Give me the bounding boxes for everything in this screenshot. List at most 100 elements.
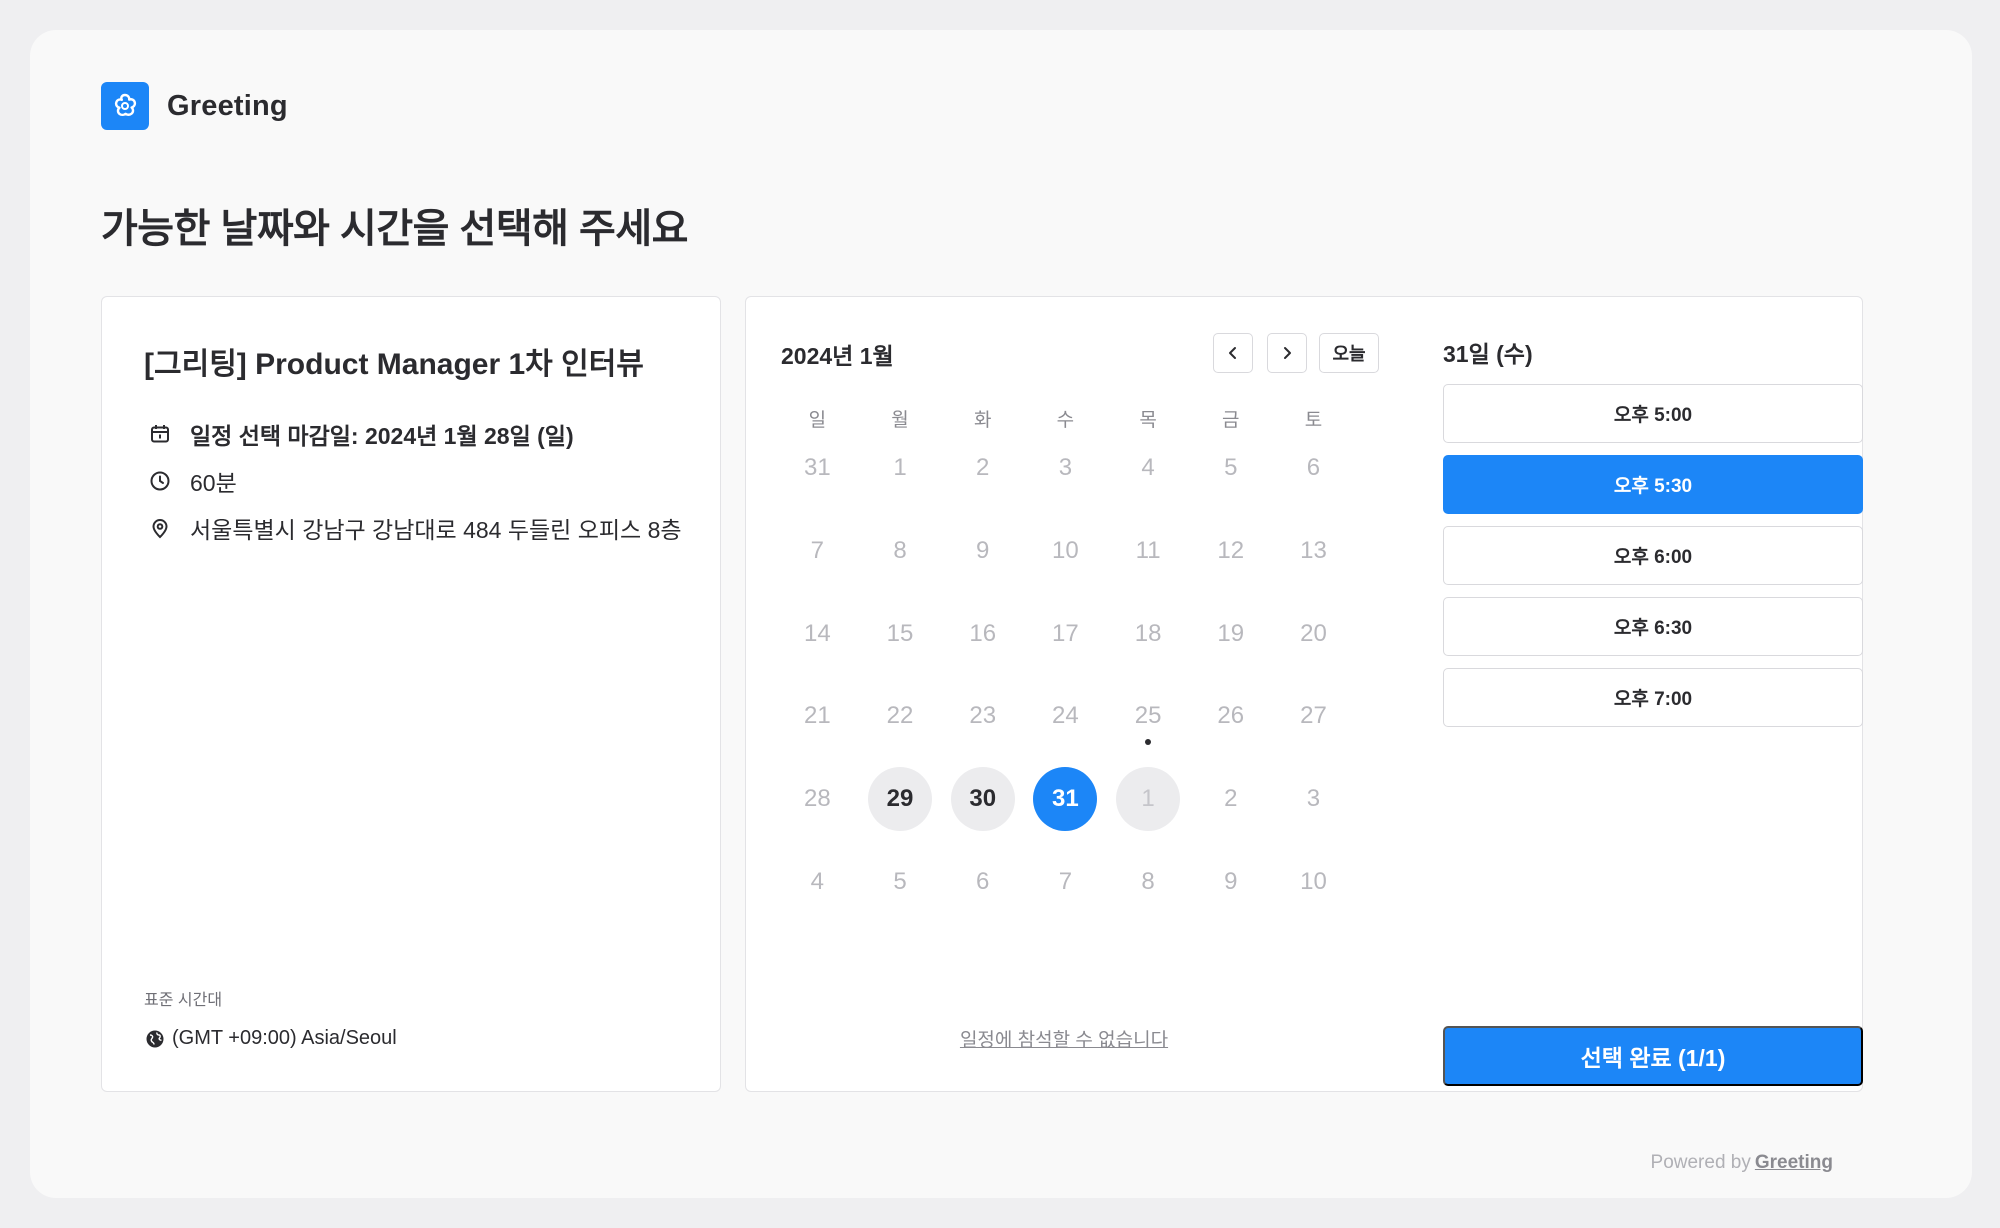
calendar-day: 28: [776, 758, 859, 841]
calendar-day: 17: [1024, 592, 1107, 675]
calendar-day: 26: [1189, 675, 1272, 758]
calendar-day[interactable]: 31: [1024, 758, 1107, 841]
calendar-day: 5: [859, 840, 942, 923]
calendar-day-number: 6: [1306, 454, 1321, 482]
globe-icon: [144, 1028, 166, 1050]
calendar-day: 12: [1189, 510, 1272, 593]
flower-icon: [101, 82, 149, 130]
brand: Greeting: [101, 82, 288, 130]
calendar-day: 7: [1024, 840, 1107, 923]
calendar-day-number: 1: [1116, 767, 1181, 832]
calendar-day: 21: [776, 675, 859, 758]
calendar-day-number: 9: [1224, 867, 1238, 895]
calendar-day: 18: [1107, 592, 1190, 675]
calendar-day-number: 4: [810, 867, 825, 895]
calendar-day-number: 24: [1052, 702, 1079, 730]
time-slot-button[interactable]: 오후 5:30: [1443, 455, 1863, 514]
calendar-day-number: 18: [1134, 619, 1162, 647]
event-info-card: [그리팅] Product Manager 1차 인터뷰 일정 선택 마감일: …: [101, 296, 721, 1092]
calendar-day: 9: [1189, 840, 1272, 923]
calendar-day-number: 7: [1058, 867, 1073, 895]
calendar-day: 6: [1272, 427, 1355, 510]
calendar-day-number: 1: [893, 454, 907, 482]
next-month-button[interactable]: [1267, 333, 1307, 373]
calendar-day-number: 3: [1306, 785, 1321, 813]
calendar-day: 4: [776, 840, 859, 923]
time-slot-button[interactable]: 오후 6:00: [1443, 526, 1863, 585]
deadline-text: 일정 선택 마감일: 2024년 1월 28일 (일): [190, 423, 574, 449]
calendar-day-number: 14: [803, 619, 831, 647]
calendar-day-number: 22: [886, 702, 914, 730]
calendar-day: 15: [859, 592, 942, 675]
calendar-day-number: 2: [976, 454, 990, 482]
calendar-day[interactable]: 29: [859, 758, 942, 841]
calendar-day: 3: [1272, 758, 1355, 841]
calendar-day: 10: [1272, 840, 1355, 923]
calendar-day-number: 28: [803, 785, 831, 813]
timezone-selector[interactable]: (GMT +09:00) Asia/Seoul: [144, 1027, 397, 1050]
time-slot-button[interactable]: 오후 5:00: [1443, 384, 1863, 443]
calendar-day: 23: [941, 675, 1024, 758]
calendar-day-number: 19: [1217, 619, 1245, 647]
calendar-day-number: 9: [976, 537, 990, 565]
prev-month-button[interactable]: [1213, 333, 1253, 373]
timezone-text: (GMT +09:00) Asia/Seoul: [172, 1027, 397, 1049]
calendar-day-number: 31: [1033, 767, 1098, 832]
calendar-day-number: 5: [893, 867, 907, 895]
calendar-day-number: 11: [1135, 537, 1161, 565]
selected-date-label: 31일 (수): [1443, 341, 1533, 367]
location-pin-icon: [148, 516, 172, 540]
calendar-day: 7: [776, 510, 859, 593]
page-container: Greeting 가능한 날짜와 시간을 선택해 주세요 [그리팅] Produ…: [30, 30, 1972, 1198]
calendar-day: 31: [776, 427, 859, 510]
brand-name: Greeting: [167, 89, 288, 122]
page-title: 가능한 날짜와 시간을 선택해 주세요: [101, 207, 688, 251]
confirm-selection-button[interactable]: 선택 완료 (1/1): [1443, 1026, 1863, 1086]
calendar-day-number: 4: [1141, 454, 1155, 482]
calendar-day: 2: [1189, 758, 1272, 841]
calendar-day: 13: [1272, 510, 1355, 593]
time-slot-list: 오후 5:00 오후 5:30 오후 6:00 오후 6:30 오후 7:00: [1443, 384, 1863, 739]
event-title: [그리팅] Product Manager 1차 인터뷰: [144, 348, 644, 381]
calendar-day: 11: [1107, 510, 1190, 593]
duration-text: 60분: [190, 470, 237, 496]
calendar-day-number: 7: [810, 537, 825, 565]
location-row: 서울특별시 강남구 강남대로 484 두들린 오피스 8층: [148, 511, 682, 545]
scheduler-card: 2024년 1월 오늘 일월화수목금토 31 1 2 3 4 5 6 7 8 9 10 11 12 13 1…: [745, 296, 1863, 1092]
calendar-day: 5: [1189, 427, 1272, 510]
calendar-day: 16: [941, 592, 1024, 675]
calendar-day-number: 23: [969, 702, 997, 730]
calendar-day: 25: [1107, 675, 1190, 758]
calendar-day-number: 10: [1300, 867, 1327, 895]
calendar-day-number: 8: [1141, 867, 1155, 895]
calendar-day: 10: [1024, 510, 1107, 593]
calendar-day-number: 5: [1224, 454, 1238, 482]
calendar-day: 9: [941, 510, 1024, 593]
calendar-day[interactable]: 30: [941, 758, 1024, 841]
duration-row: 60분: [148, 464, 237, 498]
calendar-day: 4: [1107, 427, 1190, 510]
time-slot-button[interactable]: 오후 6:30: [1443, 597, 1863, 656]
calendar-day: 27: [1272, 675, 1355, 758]
today-button[interactable]: 오늘: [1319, 333, 1379, 373]
calendar-day: 20: [1272, 592, 1355, 675]
powered-by: Powered by Greeting: [1651, 1152, 1833, 1174]
calendar-day: 6: [941, 840, 1024, 923]
calendar-day-number: 27: [1300, 702, 1327, 730]
calendar-day: 19: [1189, 592, 1272, 675]
time-slot-button[interactable]: 오후 7:00: [1443, 668, 1863, 727]
calendar-day-number: 31: [803, 454, 831, 482]
powered-by-text: Powered by: [1650, 1152, 1751, 1173]
calendar-day: 1: [859, 427, 942, 510]
calendar-day-number: 16: [969, 619, 997, 647]
chevron-right-icon: [1284, 347, 1291, 359]
calendar-day: 2: [941, 427, 1024, 510]
cant-attend-link[interactable]: 일정에 참석할 수 없습니다: [746, 1025, 1382, 1052]
calendar-day: 8: [859, 510, 942, 593]
calendar-day-number: 29: [868, 767, 933, 832]
greeting-link[interactable]: Greeting: [1755, 1152, 1833, 1173]
calendar-day-number: 2: [1224, 785, 1238, 813]
calendar-day-number: 8: [893, 537, 907, 565]
calendar-day: 8: [1107, 840, 1190, 923]
calendar-day: 3: [1024, 427, 1107, 510]
